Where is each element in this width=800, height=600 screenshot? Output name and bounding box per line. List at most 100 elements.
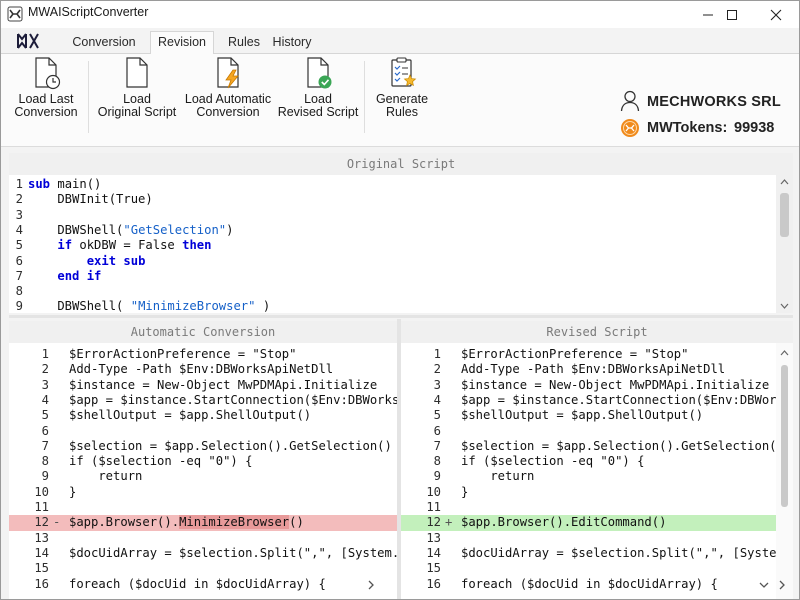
load-original-script-button[interactable]: Load Original Script (93, 56, 181, 140)
code-line: 1 $ErrorActionPreference = "Stop" (9, 347, 397, 362)
horizontal-splitter[interactable] (9, 315, 793, 318)
line-number: 12 (426, 515, 441, 530)
scroll-up-arrow-icon[interactable] (780, 349, 789, 357)
tab-rules[interactable]: Rules (223, 32, 265, 54)
load-last-conversion-button[interactable]: Load Last Conversion (9, 56, 83, 140)
line-text: end if (57, 268, 102, 283)
line-text: sub main() (28, 177, 102, 191)
line-text: $ErrorActionPreference = "Stop" (461, 347, 689, 361)
checklist-star-icon (391, 57, 417, 87)
document-check-icon (307, 57, 332, 89)
code-line: 1 sub main() (9, 177, 774, 192)
automatic-conversion-title: Automatic Conversion (130, 325, 276, 339)
line-number: 9 (433, 469, 441, 484)
line-text: $app.Browser().EditCommand() (461, 515, 667, 530)
diff-changed-line: 12- $app.Browser().MinimizeBrowser() (9, 515, 397, 531)
code-line: 5 $shellOutput = $app.ShellOutput() (401, 408, 776, 423)
maximize-button[interactable] (709, 1, 755, 28)
load-automatic-label-2: Conversion (196, 105, 260, 119)
load-automatic-conversion-button[interactable]: Load Automatic Conversion (183, 56, 273, 140)
scroll-up-arrow-icon[interactable] (780, 178, 789, 186)
line-number: 9 (15, 299, 23, 313)
line-number: 1 (41, 347, 49, 361)
line-number: 16 (426, 576, 441, 591)
code-line: 2 Add-Type -Path $Env:DBWorksApiNetDll (401, 362, 776, 377)
scroll-right-arrow-icon[interactable] (366, 579, 376, 591)
code-line: 7 $selection = $app.Selection().GetSelect… (9, 439, 397, 454)
line-text: DBWInit(True) (28, 192, 153, 207)
line-text: $shellOutput = $app.ShellOutput() (69, 408, 312, 423)
line-text: foreach ($docUid in $docUidArray) { (461, 576, 718, 591)
line-text: DBWShell("GetSelection") (28, 222, 234, 237)
line-number: 2 (433, 362, 441, 377)
line-number: 2 (41, 362, 49, 377)
code-line: 16 foreach ($docUid in $docUidArray) { (9, 577, 397, 592)
close-button[interactable] (753, 1, 799, 28)
line-text: $app.Browser().MinimizeBrowser() (69, 515, 304, 530)
revised-script-header: Revised Script (401, 321, 793, 343)
code-line: 13 (9, 531, 397, 546)
revised-scrollbar[interactable] (776, 343, 793, 599)
line-text: $instance = New-Object MwPDMApi.Initiali… (461, 377, 770, 392)
tokens-value: 99938 (734, 120, 775, 136)
line-number: 15 (426, 561, 441, 576)
code-line: 6 exit sub (9, 254, 774, 269)
tab-conversion[interactable]: Conversion (62, 32, 146, 54)
ribbon-tab-bar: Conversion Revision Rules History (1, 28, 799, 55)
line-number: 6 (15, 253, 23, 268)
user-icon (620, 90, 640, 112)
code-line: 16 foreach ($docUid in $docUidArray) { (401, 577, 776, 592)
line-text: $ErrorActionPreference = "Stop" (69, 347, 297, 361)
original-scrollbar[interactable] (776, 175, 793, 313)
scroll-right-arrow-icon[interactable] (777, 579, 787, 591)
line-number: 6 (41, 423, 49, 438)
original-scroll-thumb[interactable] (780, 193, 789, 237)
load-revised-script-button[interactable]: Load Revised Script (277, 56, 359, 140)
line-text: foreach ($docUid in $docUidArray) { (69, 576, 326, 591)
load-original-label-2: Original Script (97, 105, 177, 119)
scroll-down-arrow-icon[interactable] (759, 579, 769, 591)
code-line: 2 DBWInit(True) (9, 192, 774, 207)
line-number: 1 (15, 177, 23, 191)
code-line: 6 (401, 424, 776, 439)
code-line: 3 (9, 208, 774, 223)
load-last-conversion-label-2: Conversion (14, 105, 78, 119)
original-script-header: Original Script (9, 153, 793, 175)
code-line: 3 $instance = New-Object MwPDMApi.Initial… (9, 378, 397, 393)
line-text: return (69, 469, 143, 484)
line-text: $docUidArray = $selection.Split(",", [Sy… (69, 545, 397, 560)
revised-scroll-thumb[interactable] (781, 365, 788, 507)
tab-revision[interactable]: Revision (150, 31, 214, 55)
line-number: 8 (41, 454, 49, 469)
title-bar[interactable]: MWAIScriptConverter (1, 1, 799, 28)
code-line: 1 $ErrorActionPreference = "Stop" (401, 347, 776, 362)
code-line: 7 end if (9, 269, 774, 284)
line-text: $app = $instance.StartConnection($Env:DB… (461, 392, 793, 407)
code-line: 9 return (9, 469, 397, 484)
original-script-editor[interactable]: 1 sub main() 2 DBWInit(True) 3 4 DBWShell("G… (9, 175, 793, 313)
revised-script-editor[interactable]: 1 $ErrorActionPreference = "Stop" 2 Add-Typ… (401, 343, 793, 599)
revised-script-title: Revised Script (546, 325, 648, 339)
ribbon-separator (88, 61, 89, 133)
code-line: 11 (401, 500, 776, 515)
load-revised-label-2: Revised Script (277, 105, 359, 119)
line-number: 5 (41, 408, 49, 423)
generate-rules-button[interactable]: Generate Rules (369, 56, 435, 140)
tab-history[interactable]: History (267, 32, 317, 54)
app-menu-button[interactable] (10, 30, 48, 52)
line-number: 10 (426, 484, 441, 499)
line-number: 8 (15, 284, 23, 299)
line-text: $shellOutput = $app.ShellOutput() (461, 408, 704, 423)
automatic-conversion-editor[interactable]: 1 $ErrorActionPreference = "Stop" 2 Add-Typ… (9, 343, 397, 599)
diff-marker: - (53, 515, 61, 530)
code-line: 15 (9, 561, 397, 576)
line-text: DBWShell( "MinimizeBrowser" ) (28, 299, 271, 313)
line-text: $app = $instance.StartConnection($Env:DB… (69, 392, 397, 407)
scroll-down-arrow-icon[interactable] (780, 302, 789, 310)
tab-revision-label: Revision (158, 35, 206, 49)
line-number: 10 (34, 484, 49, 499)
code-line: 5 $shellOutput = $app.ShellOutput() (9, 408, 397, 423)
line-number: 3 (433, 377, 441, 392)
code-line: 4 $app = $instance.StartConnection($Env:D… (9, 393, 397, 408)
code-line: 4 DBWShell("GetSelection") (9, 223, 774, 238)
